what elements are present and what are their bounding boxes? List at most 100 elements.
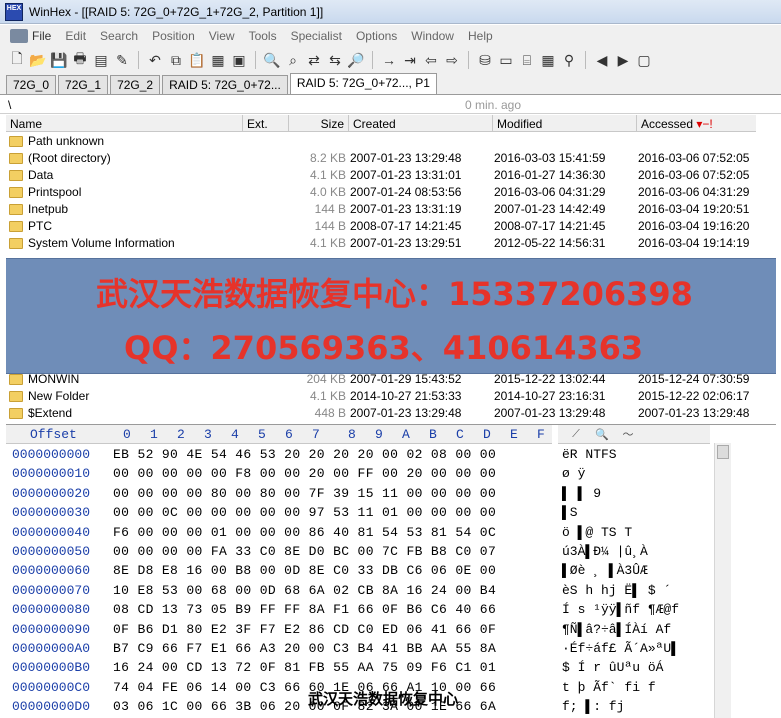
file-row[interactable]: Printspool 4.0 KB 2007-01-24 08:53:56 20… [6, 183, 776, 200]
replace-hex-icon[interactable]: ⇆ [326, 51, 344, 69]
wave-icon[interactable]: 〜 [618, 427, 638, 441]
pencil-icon[interactable]: ⟋ [566, 427, 586, 441]
hex-bytes[interactable]: 00 00 00 00 80 00 80 00 7F 39 15 11 00 0… [113, 486, 496, 501]
find-text-icon[interactable]: 🔎 [347, 51, 365, 69]
menu-help[interactable]: Help [468, 29, 493, 43]
hex-text[interactable]: ▌S [562, 505, 578, 520]
page-icon[interactable]: ▢ [635, 51, 653, 69]
file-row[interactable]: PTC 144 B 2008-07-17 14:21:45 2008-07-17… [6, 217, 776, 234]
drive-menu-icon[interactable] [10, 29, 28, 43]
find-icon[interactable]: 🔍 [263, 51, 281, 69]
copy-icon[interactable]: ⧉ [167, 51, 185, 69]
hex-text[interactable]: ú3À▌Ð¼ |û¸À [562, 544, 648, 559]
prev-icon[interactable]: ◀ [593, 51, 611, 69]
hex-row[interactable]: 0000000040 F6 00 00 00 01 00 00 00 86 40 … [6, 523, 718, 542]
hex-bytes[interactable]: 00 00 0C 00 00 00 00 00 97 53 11 01 00 0… [113, 505, 496, 520]
magnifier-icon[interactable]: 🔍 [592, 427, 612, 441]
hex-bytes[interactable]: 00 00 00 00 00 F8 00 00 20 00 FF 00 20 0… [113, 466, 496, 481]
hex-text[interactable]: ▌Øè ¸ ▌À3ÛÆ [562, 563, 648, 578]
new-file-icon[interactable]: 🗋 [8, 50, 26, 69]
hex-editor-pane[interactable]: Offset 0 1 2 3 4 5 6 7 8 9 A B C D E F ⟋… [6, 424, 776, 718]
column-created[interactable]: Created [349, 115, 493, 132]
properties-icon[interactable]: ▤ [92, 51, 110, 69]
tab-raid5[interactable]: RAID 5: 72G_0+72... [162, 75, 288, 94]
menu-window[interactable]: Window [411, 29, 454, 43]
save-icon[interactable]: 💾 [50, 51, 68, 69]
hex-text[interactable]: èS h hj Ë▌ $ ´ [562, 583, 671, 598]
hex-text[interactable]: t þ Ãf` fi f [562, 680, 656, 695]
hex-bytes[interactable]: 08 CD 13 73 05 B9 FF FF 8A F1 66 0F B6 C… [113, 602, 496, 617]
hex-text[interactable]: ø ÿ [562, 466, 585, 481]
tab-72g-1[interactable]: 72G_1 [58, 75, 109, 94]
folder-tree-icon[interactable]: ⌸ [518, 51, 536, 69]
menu-tools[interactable]: Tools [249, 29, 277, 43]
open-icon[interactable]: ✎ [113, 51, 131, 69]
hex-row[interactable]: 00000000B0 16 24 00 CD 13 72 0F 81 FB 55 … [6, 658, 718, 677]
open-folder-icon[interactable]: 📂 [29, 51, 47, 69]
hex-text[interactable]: Í s ¹ÿÿ▌ñf ¶Æ@f [562, 602, 679, 617]
hex-text[interactable]: ▌ ▌ 9 [562, 486, 601, 501]
hex-text[interactable]: $ Í r ûUªu öÁ [562, 660, 663, 675]
undo-icon[interactable]: ↶ [146, 51, 164, 69]
hex-row[interactable]: 0000000090 0F B6 D1 80 E2 3F F7 E2 86 CD … [6, 620, 718, 639]
hex-row[interactable]: 0000000030 00 00 0C 00 00 00 00 00 97 53 … [6, 503, 718, 522]
menu-options[interactable]: Options [356, 29, 397, 43]
file-row[interactable]: System Volume Information 4.1 KB 2007-01… [6, 234, 776, 251]
hex-bytes[interactable]: B7 C9 66 F7 E1 66 A3 20 00 C3 B4 41 BB A… [113, 641, 496, 656]
hex-bytes[interactable]: 0F B6 D1 80 E2 3F F7 E2 86 CD C0 ED 06 4… [113, 622, 496, 637]
hex-bytes[interactable]: 10 E8 53 00 68 00 0D 68 6A 02 CB 8A 16 2… [113, 583, 496, 598]
menu-specialist[interactable]: Specialist [291, 29, 342, 43]
file-row[interactable]: (Root directory) 8.2 KB 2007-01-23 13:29… [6, 149, 776, 166]
menu-edit[interactable]: Edit [65, 29, 86, 43]
hex-bytes[interactable]: 8E D8 E8 16 00 B8 00 0D 8E C0 33 DB C6 0… [113, 563, 496, 578]
goto-offset-icon[interactable]: ⇥ [401, 51, 419, 69]
file-row[interactable]: Data 4.1 KB 2007-01-23 13:31:01 2016-01-… [6, 166, 776, 183]
hex-row[interactable]: 0000000020 00 00 00 00 80 00 80 00 7F 39 … [6, 484, 718, 503]
hex-text[interactable]: f; ▌: fj [562, 699, 624, 714]
hex-bytes[interactable]: 00 00 00 00 FA 33 C0 8E D0 BC 00 7C FB B… [113, 544, 496, 559]
hex-text[interactable]: ·Éf÷áf£ Ã´A»ªU▌ [562, 641, 679, 656]
column-accessed[interactable]: Accessed ▾−! [637, 115, 756, 132]
hex-row[interactable]: 00000000A0 B7 C9 66 F7 E1 66 A3 20 00 C3 … [6, 639, 718, 658]
column-size[interactable]: Size [289, 115, 349, 132]
file-row[interactable]: New Folder 4.1 KB 2014-10-27 21:53:33 20… [6, 387, 776, 404]
hex-bytes[interactable]: 16 24 00 CD 13 72 0F 81 FB 55 AA 75 09 F… [113, 660, 496, 675]
file-row[interactable]: MONWIN 204 KB 2007-01-29 15:43:52 2015-1… [6, 370, 776, 387]
back-arrow-icon[interactable]: ⇦ [422, 51, 440, 69]
menu-file[interactable]: File [32, 29, 51, 43]
find-hex-icon[interactable]: ⌕ [284, 51, 302, 69]
hex-bytes[interactable]: F6 00 00 00 01 00 00 00 86 40 81 54 53 8… [113, 525, 496, 540]
scrollbar-thumb[interactable] [717, 445, 729, 459]
hex-row[interactable]: 0000000000 EB 52 90 4E 54 46 53 20 20 20 … [6, 445, 718, 464]
hex-row[interactable]: 0000000060 8E D8 E8 16 00 B8 00 0D 8E C0 … [6, 561, 718, 580]
menu-search[interactable]: Search [100, 29, 138, 43]
column-name[interactable]: Name [6, 115, 243, 132]
replace-icon[interactable]: ⇄ [305, 51, 323, 69]
hex-text[interactable]: ö ▌@ TS T [562, 525, 632, 540]
ram-icon[interactable]: ▭ [497, 51, 515, 69]
hex-row[interactable]: 0000000050 00 00 00 00 FA 33 C0 8E D0 BC … [6, 542, 718, 561]
disk-icon[interactable]: ⛁ [476, 51, 494, 69]
hex-vertical-scrollbar[interactable] [714, 443, 731, 718]
menu-view[interactable]: View [209, 29, 235, 43]
tab-72g-0[interactable]: 72G_0 [6, 75, 57, 94]
hex-row[interactable]: 0000000080 08 CD 13 73 05 B9 FF FF 8A F1 … [6, 600, 718, 619]
next-icon[interactable]: ▶ [614, 51, 632, 69]
hex-row[interactable]: 0000000010 00 00 00 00 00 F8 00 00 20 00 … [6, 464, 718, 483]
hex-bytes[interactable]: EB 52 90 4E 54 46 53 20 20 20 20 00 02 0… [113, 447, 496, 462]
print-icon[interactable]: 🖶 [71, 50, 89, 69]
hex-text[interactable]: ¶Ñ▌â?÷â▌ÍÀí Af [562, 622, 671, 637]
goto-arrow-icon[interactable]: → [380, 51, 398, 69]
tab-72g-2[interactable]: 72G_2 [110, 75, 161, 94]
calculator-icon[interactable]: ▦ [539, 51, 557, 69]
copy-block-icon[interactable]: ▣ [230, 51, 248, 69]
column-ext[interactable]: Ext. [243, 115, 289, 132]
paste-icon[interactable]: 📋 [188, 51, 206, 69]
hex-row[interactable]: 0000000070 10 E8 53 00 68 00 0D 68 6A 02 … [6, 581, 718, 600]
file-row[interactable]: $Extend 448 B 2007-01-23 13:29:48 2007-0… [6, 404, 776, 421]
tab-raid5-partition-1[interactable]: RAID 5: 72G_0+72..., P1 [289, 73, 437, 94]
search-magnifier-icon[interactable]: ⚲ [560, 51, 578, 69]
column-modified[interactable]: Modified [493, 115, 637, 132]
hex-text[interactable]: ëR NTFS [562, 447, 617, 462]
file-row[interactable]: Inetpub 144 B 2007-01-23 13:31:19 2007-0… [6, 200, 776, 217]
